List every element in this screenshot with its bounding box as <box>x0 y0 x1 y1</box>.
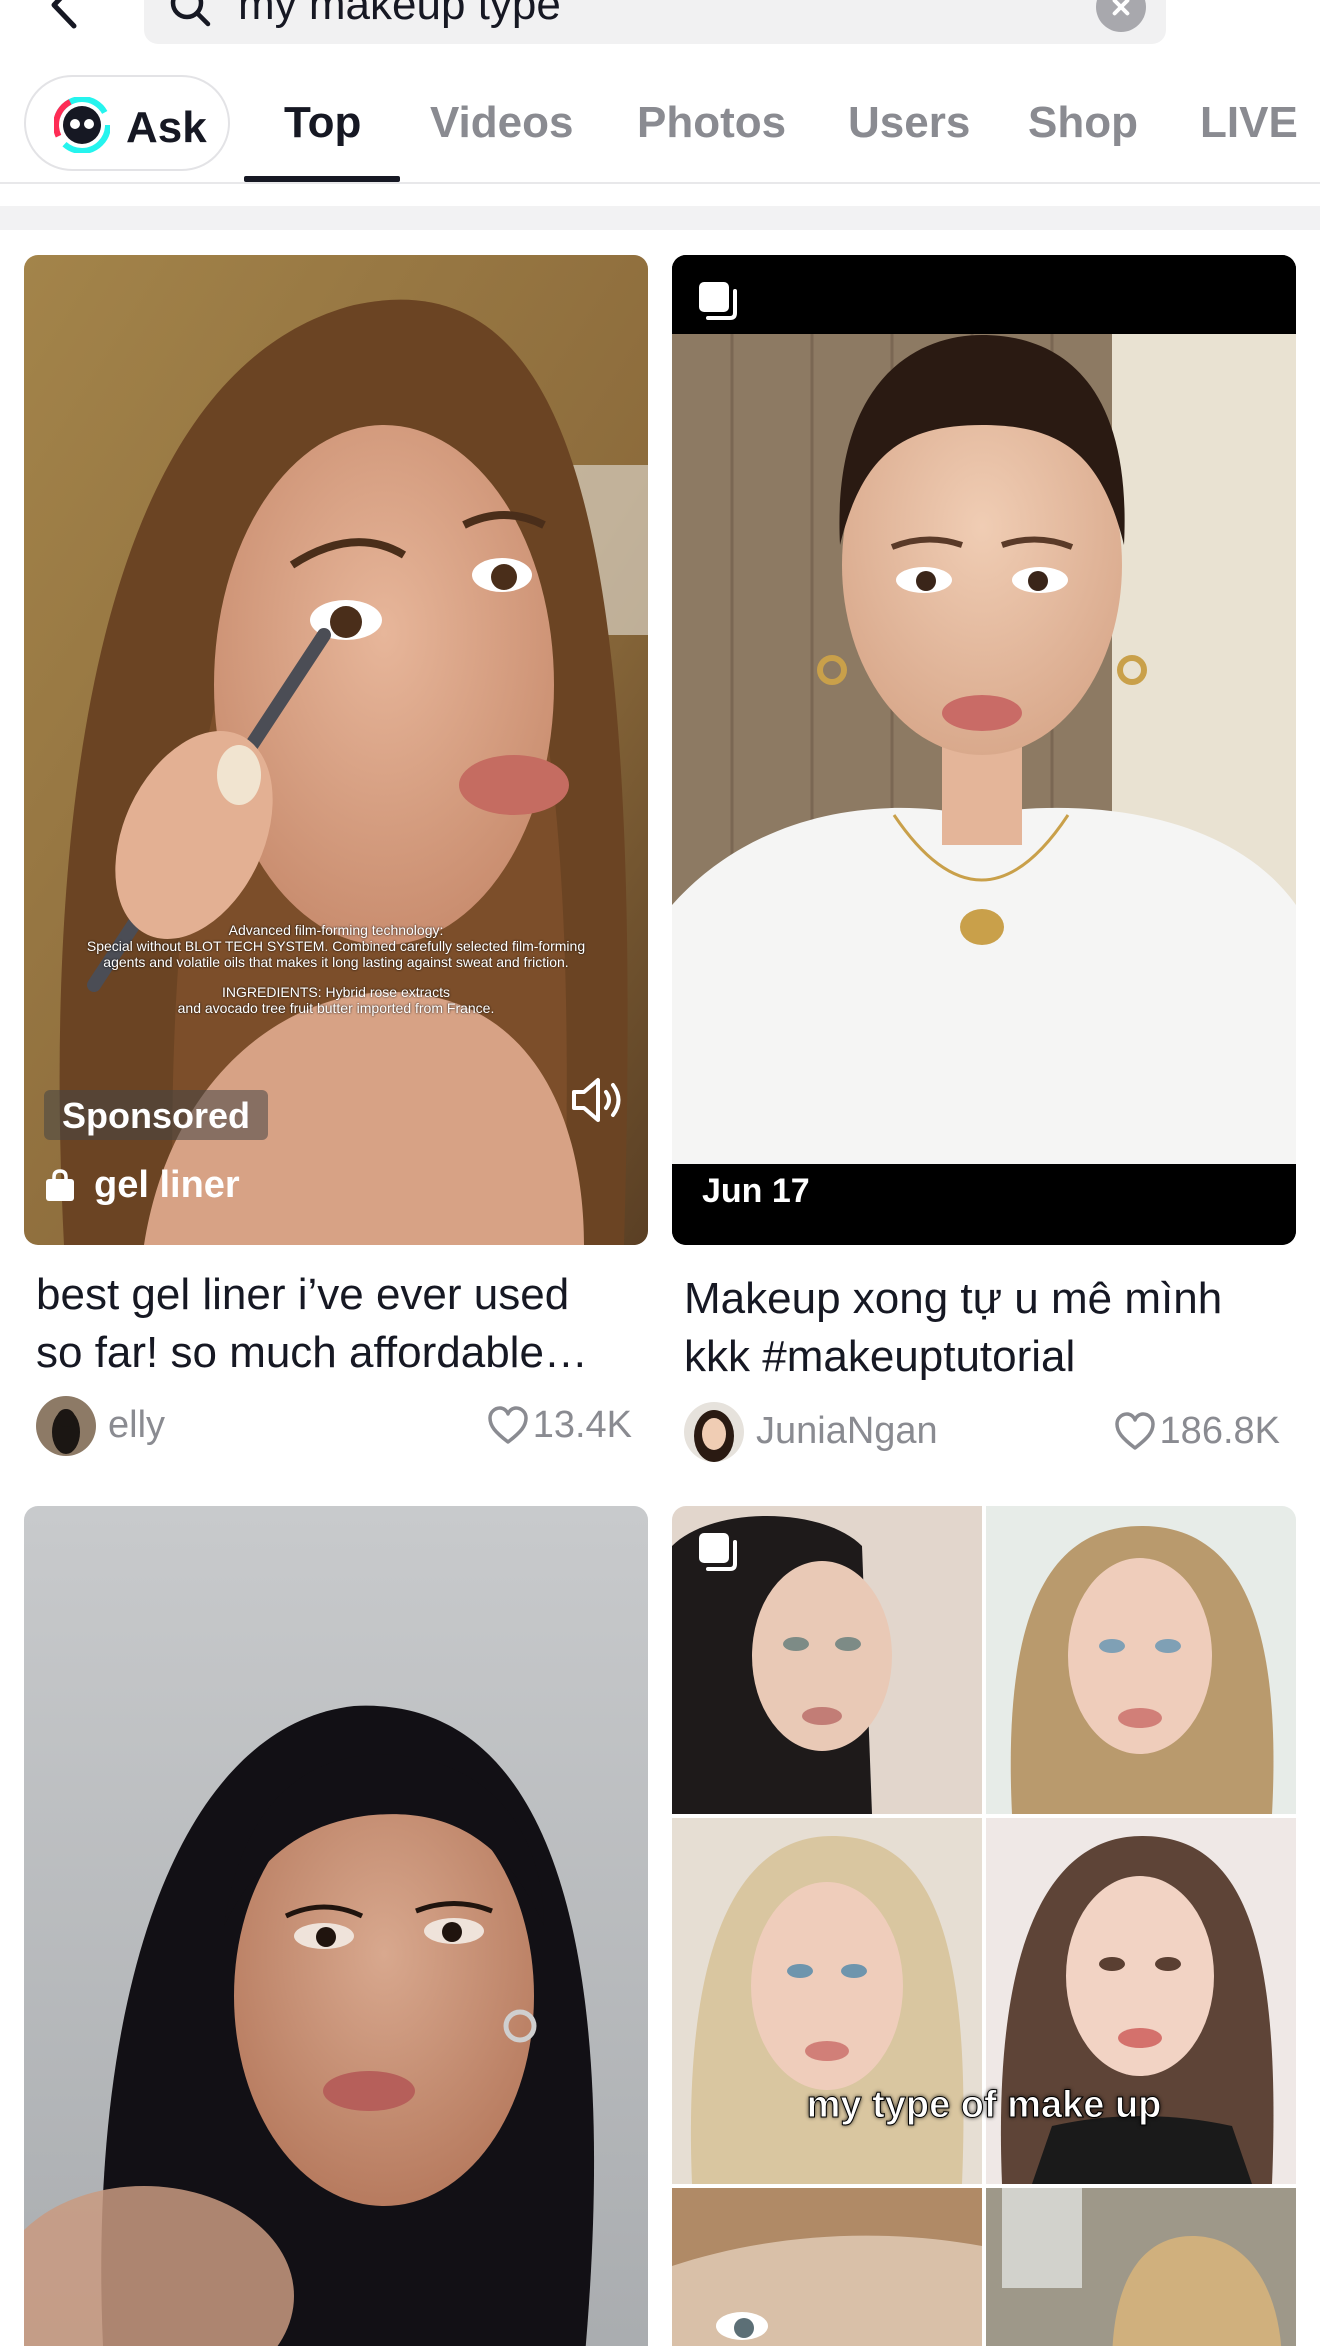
heart-icon <box>487 1405 528 1444</box>
shop-product-tag[interactable]: gel liner <box>44 1164 240 1207</box>
tab-videos[interactable]: Videos <box>430 98 573 148</box>
chevron-left-icon[interactable] <box>40 0 90 30</box>
photo-thumbnail-makeup[interactable] <box>672 255 1296 1245</box>
video-caption[interactable]: best gel liner i’ve ever used so far! so… <box>36 1266 636 1382</box>
photo-caption[interactable]: Makeup xong tự u mê mình kkk #makeuptuto… <box>684 1270 1284 1386</box>
overlay-text-line: and avocado tree fruit butter imported f… <box>177 1000 495 1016</box>
heart-icon <box>1114 1411 1155 1450</box>
magnifier-icon <box>170 0 211 27</box>
like-count-value: 186.8K <box>1159 1410 1280 1452</box>
author-row: elly 13.4K <box>36 1396 632 1460</box>
author-row: JuniaNgan 186.8K <box>684 1402 1280 1466</box>
tab-users[interactable]: Users <box>848 98 970 148</box>
caption-line: best gel liner i’ve ever used <box>36 1270 570 1319</box>
thumbnail-image <box>672 1506 1296 2346</box>
active-tab-indicator <box>244 176 400 182</box>
multi-photo-icon <box>699 282 737 320</box>
avatar[interactable] <box>36 1396 96 1456</box>
search-input[interactable]: my makeup type <box>144 0 1166 44</box>
tab-live[interactable]: LIVE <box>1200 98 1298 148</box>
collage-overlay-caption: my type of make up <box>806 2084 1162 2127</box>
tab-photos[interactable]: Photos <box>637 98 786 148</box>
like-count[interactable]: 186.8K <box>1114 1410 1280 1453</box>
tab-shop[interactable]: Shop <box>1028 98 1138 148</box>
search-tabs: Ask Top Videos Photos Users Shop LIVE <box>0 60 1320 184</box>
clear-circle-icon[interactable] <box>1096 0 1146 32</box>
author-name[interactable]: JuniaNgan <box>756 1410 938 1453</box>
multi-photo-icon <box>699 1533 737 1571</box>
search-query[interactable]: my makeup type <box>238 0 561 30</box>
shop-tag-label: gel liner <box>94 1164 240 1206</box>
ask-button[interactable]: Ask <box>24 75 230 171</box>
caption-line: Makeup xong tự u mê mình <box>684 1274 1223 1323</box>
search-header: my makeup type <box>0 0 1320 60</box>
ask-label: Ask <box>126 103 207 152</box>
photo-thumbnail-collage[interactable] <box>672 1506 1296 2346</box>
caption-line: so far! so much affordable… <box>36 1328 588 1377</box>
ask-logo-icon <box>54 97 110 153</box>
ad-overlay-text: Advanced film-forming technology: Specia… <box>24 922 648 1016</box>
overlay-text-line: Advanced film-forming technology: <box>228 922 444 938</box>
avatar[interactable] <box>684 1402 744 1462</box>
shopping-bag-icon <box>46 1168 74 1201</box>
caption-line: kkk #makeuptutorial <box>684 1332 1076 1381</box>
post-date: Jun 17 <box>702 1172 810 1210</box>
thumbnail-image <box>672 255 1296 1245</box>
overlay-text-line: agents and volatile oils that makes it l… <box>103 954 569 970</box>
like-count[interactable]: 13.4K <box>487 1404 632 1447</box>
section-divider <box>0 206 1320 230</box>
overlay-text-line: INGREDIENTS: Hybrid rose extracts <box>222 984 450 1000</box>
speaker-sound-icon[interactable] <box>568 1072 624 1128</box>
tab-top[interactable]: Top <box>284 98 361 148</box>
video-thumbnail-portrait[interactable] <box>24 1506 648 2346</box>
sponsored-badge: Sponsored <box>44 1090 269 1140</box>
author-name[interactable]: elly <box>108 1404 165 1447</box>
overlay-text-line: Special without BLOT TECH SYSTEM. Combin… <box>86 938 586 954</box>
thumbnail-image <box>24 1506 648 2346</box>
like-count-value: 13.4K <box>532 1404 632 1446</box>
